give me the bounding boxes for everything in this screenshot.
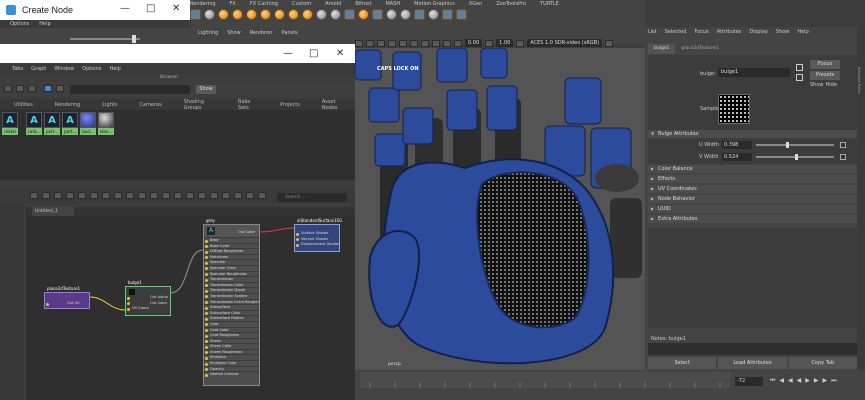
presets-button[interactable]: Presets (810, 71, 840, 80)
expand-arrow-icon: ▼ (651, 131, 655, 136)
goto-input-icon[interactable] (796, 64, 803, 71)
attribute-editor-menu: List Selected Focus Attributes Display S… (648, 29, 817, 35)
node-title: aiStandardSurface1SG (297, 218, 343, 223)
map-texture-icon[interactable] (840, 154, 846, 160)
section-uv-coordinates[interactable]: ▶ UV Coordinates (648, 185, 857, 193)
section-title: Color Balance (658, 166, 693, 172)
collapse-arrow-icon: ▶ (651, 186, 655, 191)
right-panel-tabs: Attribute Editor (857, 27, 865, 370)
section-title: Node Behavior (658, 196, 695, 202)
tab-place2dtexture1[interactable]: place2dTexture1 (675, 44, 724, 54)
step-forward-key-icon[interactable]: ▶ (823, 377, 828, 385)
load-attributes-button[interactable]: Load Attributes (718, 357, 787, 369)
node-title: grey (206, 218, 215, 223)
go-to-start-icon[interactable]: ⏮ (770, 377, 775, 385)
playback-controls: ⏮ ◀ ◀ ◀ ▶ ▶ ▶ ⏭ (770, 377, 837, 385)
map-texture-icon[interactable] (840, 142, 846, 148)
attribute-editor-side-tab[interactable]: Attribute Editor (857, 67, 861, 94)
step-forward-icon[interactable]: ▶ (814, 377, 819, 385)
focus-button[interactable]: Focus (810, 60, 840, 69)
play-backward-icon[interactable]: ◀ (797, 377, 802, 385)
current-frame-field[interactable]: -72 (735, 377, 763, 386)
v-width-slider-handle[interactable] (795, 154, 799, 160)
time-ruler-ticks (369, 382, 721, 388)
bulge-attributes-body (648, 138, 857, 164)
bulge-node[interactable]: bulge1 Out Alpha Out Color UV Coord (125, 280, 171, 316)
attribute-editor-empty-area (648, 228, 857, 328)
shader-icon: A (207, 227, 215, 235)
time-ruler[interactable] (360, 372, 730, 388)
notes-textarea[interactable] (648, 343, 857, 355)
copy-tab-button[interactable]: Copy Tab (788, 357, 857, 369)
node-type-label: bulge: (700, 71, 716, 77)
v-width-field[interactable]: 0.524 (722, 153, 752, 161)
section-effects[interactable]: ▶ Effects (648, 175, 857, 183)
section-title: UUID (658, 206, 671, 212)
select-button[interactable]: Select (648, 357, 717, 369)
node-title: bulge1 (128, 280, 142, 285)
node-port[interactable]: Out Color (238, 230, 255, 234)
node-title: place2dTexture1 (47, 286, 81, 291)
collapse-arrow-icon: ▶ (651, 166, 655, 171)
node-port[interactable]: Out UV (45, 301, 89, 307)
connection-wire (169, 249, 204, 294)
step-back-icon[interactable]: ◀ (788, 377, 793, 385)
attribute-editor-buttons: Select Load Attributes Copy Tab (648, 357, 857, 369)
menu-item[interactable]: Attributes (717, 29, 742, 35)
section-node-behavior[interactable]: ▶ Node Behavior (648, 195, 857, 203)
section-uuid[interactable]: ▶ UUID (648, 205, 857, 213)
standard-surface-node[interactable]: grey A Out Color Base Base Color Diffuse… (203, 218, 260, 386)
glove-render (355, 48, 645, 370)
attribute-editor-tabs: bulge1 place2dTexture1 (648, 44, 857, 54)
connection-wire (259, 227, 295, 233)
menu-item[interactable]: Help (797, 29, 808, 35)
u-width-slider-handle[interactable] (785, 142, 789, 148)
node-port[interactable]: UV Coord (126, 306, 170, 312)
go-to-end-icon[interactable]: ⏭ (831, 377, 836, 385)
node-port[interactable]: Normal Camera (204, 371, 259, 377)
show-button[interactable]: Show (810, 82, 824, 90)
section-title: Effects (658, 176, 675, 182)
menu-item[interactable]: Display (749, 29, 767, 35)
goto-output-icon[interactable] (796, 74, 803, 81)
collapse-arrow-icon: ▶ (651, 176, 655, 181)
section-extra-attributes[interactable]: ▶ Extra Attributes (648, 215, 857, 223)
sample-label: Sample (700, 106, 719, 112)
collapse-arrow-icon: ▶ (651, 216, 655, 221)
step-back-key-icon[interactable]: ◀ (779, 377, 784, 385)
caps-lock-indicator: CAPS LOCK ON (377, 66, 419, 72)
collapse-arrow-icon: ▶ (651, 206, 655, 211)
texture-sample-preview (718, 94, 750, 124)
shading-group-node[interactable]: aiStandardSurface1SG Surface Shader Volu… (294, 218, 342, 252)
u-width-label: U Width (699, 142, 719, 148)
section-bulge-attributes[interactable]: ▼ Bulge Attributes (648, 130, 857, 138)
node-name-field[interactable]: bulge1 (718, 68, 790, 77)
section-title: UV Coordinates (658, 186, 697, 192)
viewport-3d[interactable] (355, 48, 645, 370)
node-port[interactable]: Displacement Shader (295, 242, 339, 248)
hide-button[interactable]: Hide (826, 82, 837, 90)
tab-bulge1[interactable]: bulge1 (648, 44, 676, 54)
place2dtexture-node[interactable]: place2dTexture1 Out UV (44, 286, 90, 309)
section-title: Extra Attributes (658, 216, 698, 222)
menu-item[interactable]: Focus (694, 29, 708, 35)
show-hide-group: Show Hide (810, 82, 840, 90)
section-color-balance[interactable]: ▶ Color Balance (648, 165, 857, 173)
collapse-arrow-icon: ▶ (651, 196, 655, 201)
u-width-slider[interactable] (756, 144, 834, 146)
menu-item[interactable]: List (648, 29, 657, 35)
section-title: Bulge Attributes (658, 131, 699, 137)
play-forward-icon[interactable]: ▶ (805, 377, 810, 385)
notes-label: Notes: bulge1 (651, 336, 686, 342)
u-width-field[interactable]: 0.398 (722, 141, 752, 149)
connection-wire (89, 296, 126, 311)
camera-label: persp (388, 362, 401, 367)
node-header: A Out Color (204, 225, 259, 237)
menu-item[interactable]: Show (776, 29, 790, 35)
v-width-label: V Width (699, 154, 719, 160)
menu-item[interactable]: Selected (665, 29, 687, 35)
